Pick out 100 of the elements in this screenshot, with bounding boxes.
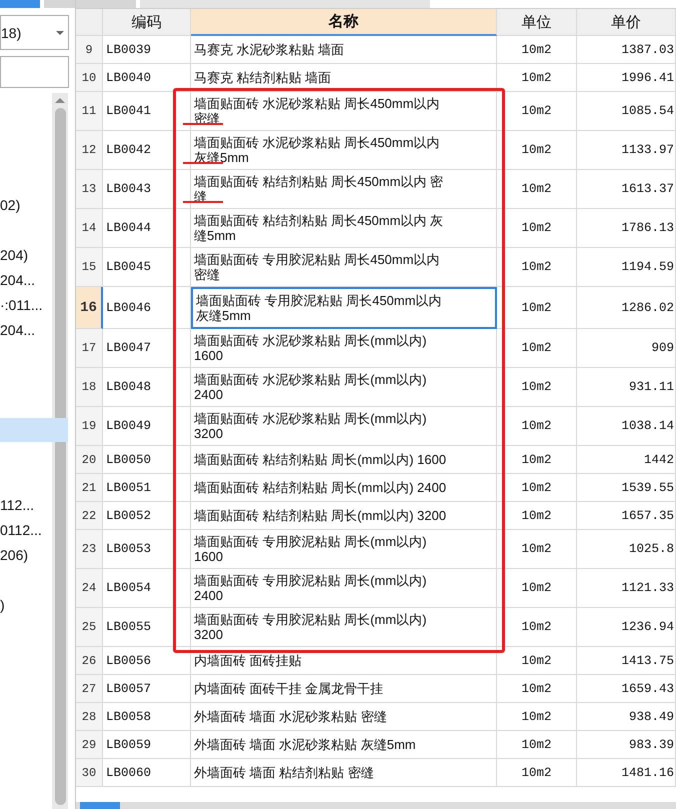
- table-cell: 10m2: [497, 608, 577, 647]
- table-cell: 1133.97: [577, 131, 676, 170]
- search-field[interactable]: [0, 56, 69, 88]
- table-cell: 墙面贴面砖 粘结剂粘贴 周长(mm以内) 3200: [191, 502, 497, 530]
- dropdown[interactable]: 18): [0, 15, 69, 50]
- row-number[interactable]: 15: [76, 248, 103, 287]
- table-cell: 10m2: [497, 569, 577, 608]
- table-cell: 1413.75: [577, 647, 676, 675]
- row-number[interactable]: 17: [76, 329, 103, 368]
- table-cell: LB0055: [103, 608, 191, 647]
- table-cell: 墙面贴面砖 粘结剂粘贴 周长450mm以内 灰 缝5mm: [191, 209, 497, 248]
- row-number[interactable]: 20: [76, 446, 103, 474]
- table-cell: LB0047: [103, 329, 191, 368]
- column-header[interactable]: 编码: [103, 9, 191, 36]
- tree-item[interactable]: 112...: [0, 493, 52, 517]
- table-cell: 10m2: [497, 647, 577, 675]
- row-number[interactable]: 10: [76, 64, 103, 92]
- column-header[interactable]: 单位: [497, 9, 577, 36]
- tree-item[interactable]: ·:011...: [0, 293, 52, 317]
- tree-item[interactable]: 204...: [0, 318, 52, 342]
- row-number[interactable]: 13: [76, 170, 103, 209]
- tree-item[interactable]: 206): [0, 543, 52, 567]
- row-number[interactable]: 22: [76, 502, 103, 530]
- table-cell: 10m2: [497, 329, 577, 368]
- row-number[interactable]: 14: [76, 209, 103, 248]
- column-header[interactable]: 名称: [191, 9, 497, 36]
- row-number[interactable]: 9: [76, 36, 103, 64]
- table-cell: 10m2: [497, 759, 577, 787]
- table-cell: 1121.33: [577, 569, 676, 608]
- row-number[interactable]: 25: [76, 608, 103, 647]
- tab[interactable]: [140, 0, 430, 8]
- table-cell: 1481.16: [577, 759, 676, 787]
- table-cell: LB0058: [103, 703, 191, 731]
- row-number[interactable]: 27: [76, 675, 103, 703]
- tab[interactable]: [0, 0, 40, 8]
- table-cell: 10m2: [497, 530, 577, 569]
- tree-item[interactable]: 0112...: [0, 518, 52, 542]
- table-cell: LB0050: [103, 446, 191, 474]
- scrollbar[interactable]: [52, 93, 68, 809]
- row-number[interactable]: 30: [76, 759, 103, 787]
- table-cell: 10m2: [497, 248, 577, 287]
- row-number[interactable]: 29: [76, 731, 103, 759]
- table-cell: 1786.13: [577, 209, 676, 248]
- table-cell: 10m2: [497, 64, 577, 92]
- row-number[interactable]: 12: [76, 131, 103, 170]
- arrow-up-icon[interactable]: [55, 98, 65, 103]
- row-number[interactable]: 24: [76, 569, 103, 608]
- table-cell: 墙面贴面砖 粘结剂粘贴 周长(mm以内) 2400: [191, 474, 497, 502]
- row-number[interactable]: 18: [76, 368, 103, 407]
- table-cell: 墙面贴面砖 专用胶泥粘贴 周长(mm以内) 1600: [191, 530, 497, 569]
- table-cell: 10m2: [497, 131, 577, 170]
- scrollbar[interactable]: [76, 802, 676, 809]
- table-cell: LB0054: [103, 569, 191, 608]
- row-number[interactable]: 11: [76, 92, 103, 131]
- tree-item[interactable]: 204): [0, 243, 52, 267]
- table-cell: 10m2: [497, 731, 577, 759]
- table-cell: LB0052: [103, 502, 191, 530]
- table-cell: 10m2: [497, 209, 577, 248]
- table-cell: 10m2: [497, 368, 577, 407]
- table-cell: 10m2: [497, 92, 577, 131]
- table-cell: LB0048: [103, 368, 191, 407]
- row-number[interactable]: 26: [76, 647, 103, 675]
- tree-item[interactable]: 02): [0, 193, 52, 217]
- table-cell: 1613.37: [577, 170, 676, 209]
- table-cell: 墙面贴面砖 水泥砂浆粘贴 周长(mm以内) 2400: [191, 368, 497, 407]
- table-cell: 10m2: [497, 446, 577, 474]
- table-cell: 10m2: [497, 474, 577, 502]
- tree-item[interactable]: ): [0, 593, 52, 617]
- row-number[interactable]: 21: [76, 474, 103, 502]
- table-cell: 墙面贴面砖 专用胶泥粘贴 周长450mm以内 密缝: [191, 248, 497, 287]
- table-cell: 10m2: [497, 170, 577, 209]
- tree-item[interactable]: [0, 418, 68, 442]
- table-cell: 10m2: [497, 675, 577, 703]
- table-cell: LB0049: [103, 407, 191, 446]
- tab[interactable]: [44, 0, 75, 8]
- row-number[interactable]: 19: [76, 407, 103, 446]
- table-cell: LB0051: [103, 474, 191, 502]
- table-cell: 1085.54: [577, 92, 676, 131]
- table-cell: LB0053: [103, 530, 191, 569]
- table-cell: 马赛克 粘结剂粘贴 墙面: [191, 64, 497, 92]
- table-cell: 墙面贴面砖 粘结剂粘贴 周长(mm以内) 1600: [191, 446, 497, 474]
- table-cell: 938.49: [577, 703, 676, 731]
- tab[interactable]: [76, 0, 136, 8]
- table-cell: 1657.35: [577, 502, 676, 530]
- row-number[interactable]: 23: [76, 530, 103, 569]
- table-cell: 1038.14: [577, 407, 676, 446]
- table-cell: 1194.59: [577, 248, 676, 287]
- row-number[interactable]: 28: [76, 703, 103, 731]
- table-cell: 1236.94: [577, 608, 676, 647]
- table-cell: 1996.41: [577, 64, 676, 92]
- tree-item[interactable]: 204...: [0, 268, 52, 292]
- table-cell: 1286.02: [577, 287, 676, 329]
- table-cell: LB0046: [103, 287, 191, 329]
- table-cell: 外墙面砖 墙面 水泥砂浆粘贴 灰缝5mm: [191, 731, 497, 759]
- table-cell: 931.11: [577, 368, 676, 407]
- row-number[interactable]: 16: [76, 287, 103, 329]
- column-header[interactable]: 单价: [577, 9, 676, 36]
- table-cell: 外墙面砖 墙面 水泥砂浆粘贴 密缝: [191, 703, 497, 731]
- table-cell: LB0056: [103, 647, 191, 675]
- table-cell: LB0039: [103, 36, 191, 64]
